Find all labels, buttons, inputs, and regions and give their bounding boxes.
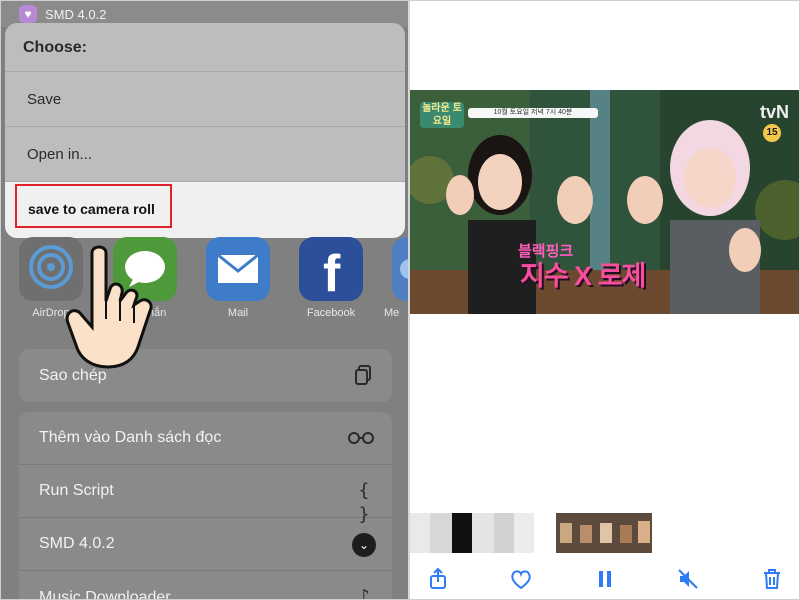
music-downloader-action[interactable]: Music Downloader ♪ <box>19 571 392 600</box>
add-to-reading-list-action[interactable]: Thêm vào Danh sách đọc <box>19 412 392 465</box>
choose-heading: Choose: <box>23 39 87 56</box>
pause-button[interactable] <box>591 565 619 593</box>
run-script-action[interactable]: Run Script { } <box>19 465 392 525</box>
facebook-icon: f <box>323 245 341 303</box>
screenshot-frame: ♥ SMD 4.0.2 Choose: Save Open in... save… <box>0 0 800 600</box>
more-app-target[interactable] <box>392 237 408 301</box>
mute-button[interactable] <box>674 565 702 593</box>
show-logo-badge: 놀라운 토요일 <box>420 102 464 128</box>
svg-text:f: f <box>323 245 341 301</box>
open-in-option[interactable]: Open in... <box>5 127 405 181</box>
run-script-label: Run Script <box>39 482 114 499</box>
chevron-down-icon: ⌄ <box>352 533 376 557</box>
save-option[interactable]: Save <box>5 72 405 126</box>
glasses-icon <box>348 432 374 444</box>
share-label-mail: Mail <box>227 307 249 319</box>
share-button[interactable] <box>424 565 452 593</box>
thumbnail-strip[interactable] <box>410 513 799 553</box>
pause-icon <box>599 571 611 587</box>
age-rating-badge: 15 <box>763 124 781 142</box>
mail-icon <box>217 253 259 283</box>
delete-button[interactable] <box>758 565 786 593</box>
mute-icon <box>678 569 698 589</box>
facebook-target[interactable]: f <box>299 237 363 303</box>
thumbnails <box>410 513 652 553</box>
smd-app-icon: ♥ <box>19 5 37 23</box>
share-icon <box>430 567 446 589</box>
video-frame[interactable]: 놀라운 토요일 10월 토요일 저녁 7시 40분 tvN 15 블랙핑크 지수… <box>410 90 799 314</box>
music-note-icon: ♪ <box>358 586 370 600</box>
add-to-reading-list-label: Thêm vào Danh sách đọc <box>39 429 222 446</box>
smd-action[interactable]: SMD 4.0.2 ⌄ <box>19 518 392 571</box>
trash-icon <box>764 569 780 589</box>
actions-card: Thêm vào Danh sách đọc Run Script { } SM… <box>19 412 392 600</box>
heart-icon <box>511 570 531 590</box>
pointing-hand-icon <box>65 245 153 369</box>
schedule-banner: 10월 토요일 저녁 7시 40분 <box>468 108 598 118</box>
smd-label: SMD 4.0.2 <box>39 535 115 552</box>
braces-icon: { } <box>358 480 370 525</box>
save-to-camera-roll-label: save to camera roll <box>28 201 155 217</box>
share-sheet-panel: ♥ SMD 4.0.2 Choose: Save Open in... save… <box>1 1 408 600</box>
mail-target[interactable] <box>206 237 270 301</box>
more-app-icon <box>400 259 408 279</box>
music-downloader-label: Music Downloader <box>39 588 171 600</box>
like-button[interactable] <box>507 565 535 593</box>
photo-viewer-panel: 놀라운 토요일 10월 토요일 저녁 7시 40분 tvN 15 블랙핑크 지수… <box>410 1 799 599</box>
caption-main: 지수 X 로제 <box>520 261 646 291</box>
share-label-facebook: Facebook <box>306 307 356 319</box>
share-label-more: Me <box>384 307 400 319</box>
app-title: SMD 4.0.2 <box>45 6 107 22</box>
tvn-logo: tvN <box>759 102 789 122</box>
photo-toolbar <box>410 557 799 599</box>
copy-icon <box>355 365 371 385</box>
